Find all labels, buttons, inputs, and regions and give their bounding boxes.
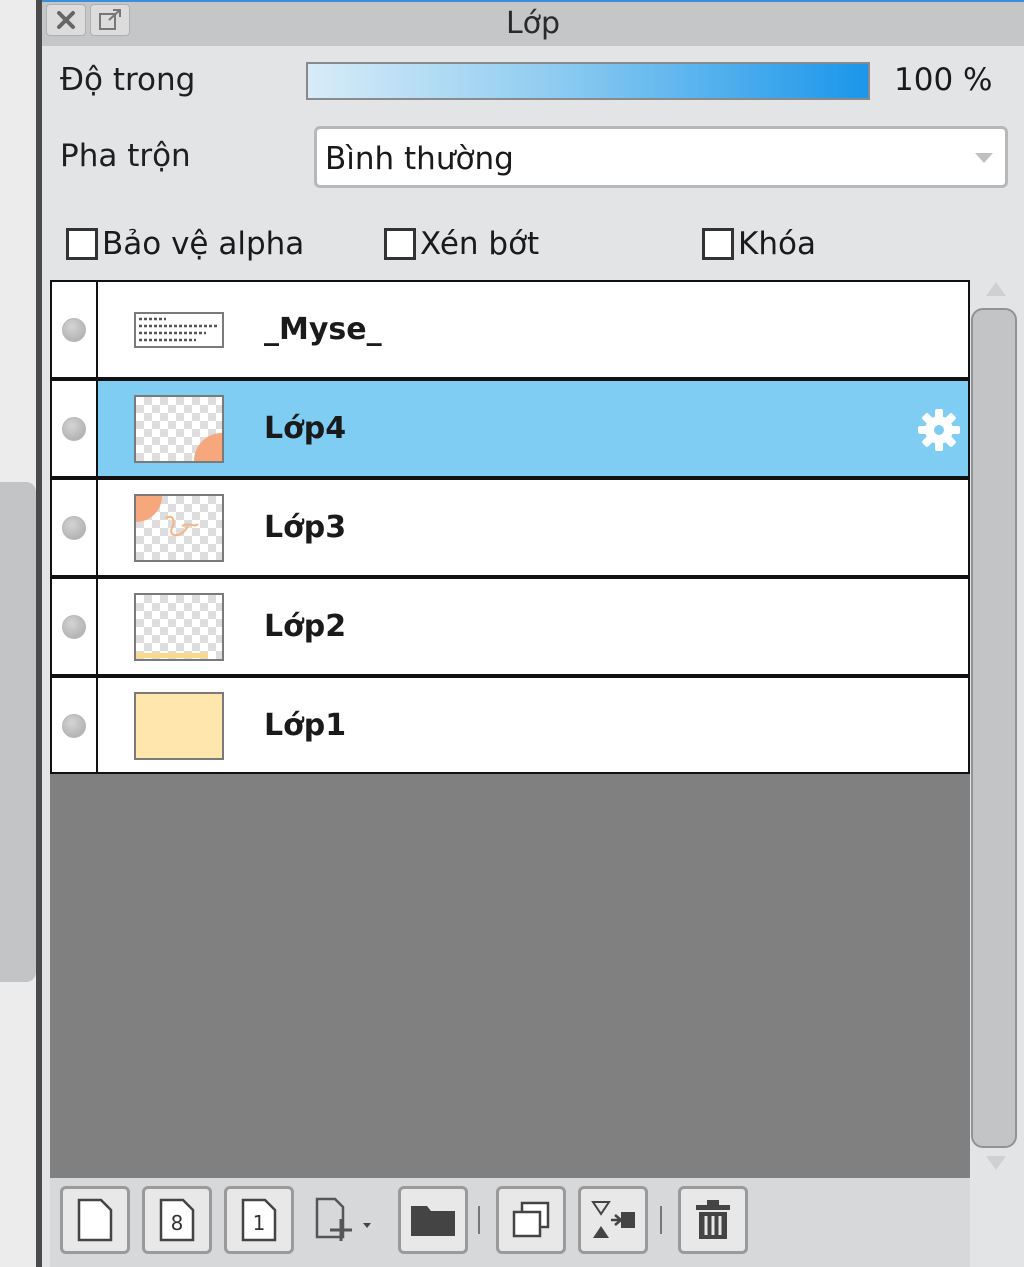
checkbox-box[interactable] <box>702 228 734 260</box>
layer-name: Lớp4 <box>264 411 347 446</box>
layer-thumbnail <box>134 692 224 760</box>
corner-art-icon <box>194 433 222 461</box>
layer-thumbnail <box>134 494 224 562</box>
visibility-toggle[interactable] <box>62 417 86 441</box>
clipping-label: Xén bớt <box>420 226 540 262</box>
visibility-toggle[interactable] <box>62 318 86 342</box>
layer-row-lop2[interactable]: Lớp2 <box>50 577 970 676</box>
chevron-down-icon <box>975 153 993 163</box>
layer-name: Lớp1 <box>264 708 347 743</box>
gear-icon[interactable] <box>916 407 962 453</box>
toolbar-separator <box>660 1206 662 1234</box>
sketch-art-icon <box>136 496 199 537</box>
checkbox-box[interactable] <box>66 228 98 260</box>
lock-checkbox[interactable]: Khóa <box>702 224 816 264</box>
new-folder-button[interactable] <box>398 1186 468 1254</box>
add-layer-menu-icon <box>315 1197 371 1241</box>
layer-name: _Myse_ <box>264 312 382 347</box>
scroll-down-arrow-icon[interactable] <box>986 1156 1006 1170</box>
scroll-up-arrow-icon[interactable] <box>986 282 1006 296</box>
opacity-slider[interactable] <box>306 62 870 100</box>
opacity-value: 100 % <box>894 62 993 98</box>
merge-down-button[interactable] <box>578 1186 648 1254</box>
svg-text:1: 1 <box>253 1211 266 1235</box>
lock-label: Khóa <box>738 226 816 262</box>
duplicate-icon <box>512 1201 550 1238</box>
blend-mode-select[interactable]: Bình thường <box>314 126 1008 188</box>
visibility-toggle[interactable] <box>62 516 86 540</box>
new-1bit-layer-icon: 1 <box>241 1198 277 1242</box>
protect-alpha-label: Bảo vệ alpha <box>102 226 305 262</box>
panel-title: Lớp <box>505 6 561 41</box>
protect-alpha-checkbox[interactable]: Bảo vệ alpha <box>66 224 304 264</box>
layer-row-lop4[interactable]: Lớp4 <box>50 379 970 478</box>
opacity-label: Độ trong <box>60 62 196 98</box>
delete-layer-button[interactable] <box>678 1186 748 1254</box>
visibility-toggle[interactable] <box>62 615 86 639</box>
svg-text:8: 8 <box>171 1211 184 1235</box>
blend-mode-label: Pha trộn <box>60 138 191 174</box>
folder-icon <box>411 1206 455 1236</box>
visibility-cell[interactable] <box>52 282 98 377</box>
layer-row-myse[interactable]: _Myse_ <box>50 280 970 379</box>
clipping-checkbox[interactable]: Xén bớt <box>384 224 539 264</box>
duplicate-layer-button[interactable] <box>496 1186 566 1254</box>
layer-list: _Myse_ Lớp4 Lớp3 Lớp2 Lớp1 <box>50 280 970 1178</box>
visibility-cell[interactable] <box>52 579 98 674</box>
new-layer-icon <box>77 1198 113 1242</box>
toolbar-separator <box>478 1206 480 1234</box>
checkbox-box[interactable] <box>384 228 416 260</box>
visibility-cell[interactable] <box>52 381 98 476</box>
layer-row-lop1[interactable]: Lớp1 <box>50 676 970 774</box>
layer-row-lop3[interactable]: Lớp3 <box>50 478 970 577</box>
layer-name: Lớp2 <box>264 609 347 644</box>
visibility-cell[interactable] <box>52 480 98 575</box>
layer-name: Lớp3 <box>264 510 347 545</box>
layer-list-scrollbar[interactable] <box>970 280 1020 1178</box>
panel-titlebar[interactable]: Lớp <box>42 0 1024 46</box>
layer-toolbar: 8 1 <box>50 1178 970 1267</box>
merge-down-icon <box>591 1201 635 1238</box>
layer-thumbnail <box>134 395 224 463</box>
new-layer-button[interactable] <box>60 1186 130 1254</box>
side-panel-tab[interactable] <box>0 482 36 982</box>
visibility-toggle[interactable] <box>62 714 86 738</box>
new-1bit-layer-button[interactable]: 1 <box>224 1186 294 1254</box>
layer-thumbnail <box>134 312 224 348</box>
blend-mode-value: Bình thường <box>325 141 514 177</box>
new-8bit-layer-button[interactable]: 8 <box>142 1186 212 1254</box>
bottom-stripe-icon <box>136 653 208 658</box>
text-layer-thumbnail-icon <box>136 314 222 346</box>
layer-thumbnail <box>134 593 224 661</box>
add-layer-menu-button[interactable] <box>304 1186 388 1254</box>
visibility-cell[interactable] <box>52 678 98 772</box>
trash-icon <box>696 1200 730 1239</box>
layer-panel: Lớp Độ trong 100 % Pha trộn Bình thường … <box>42 0 1024 1267</box>
scrollbar-thumb[interactable] <box>971 308 1017 1148</box>
new-8bit-layer-icon: 8 <box>159 1198 195 1242</box>
